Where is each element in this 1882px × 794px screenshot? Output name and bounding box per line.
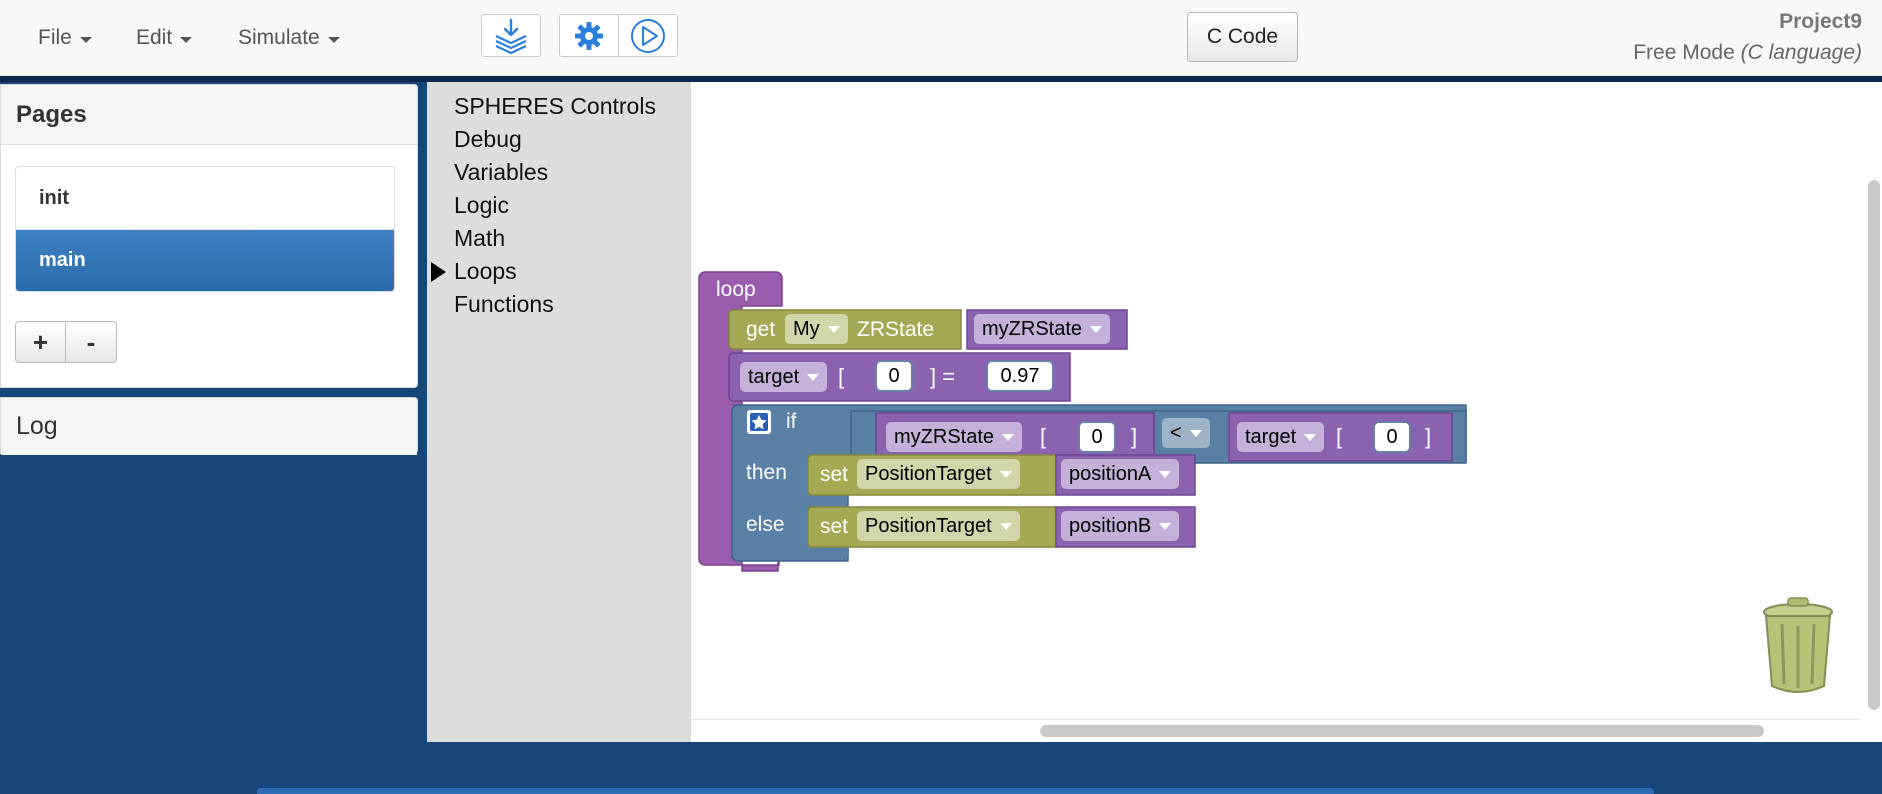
position-a-value: positionA [1069, 462, 1152, 485]
value-input[interactable]: 0.97 [986, 360, 1054, 392]
set-a-label: set [820, 463, 849, 486]
chevron-down-icon [827, 325, 840, 333]
cond-index-input[interactable]: 0 [1078, 421, 1116, 453]
cond-open-bracket: [ [1040, 424, 1047, 449]
set-b-label: set [820, 515, 849, 538]
chevron-down-icon [1159, 470, 1172, 478]
cond-close-bracket: ] [1131, 424, 1138, 449]
target-dropdown[interactable]: target [740, 362, 828, 392]
position-target-b-value: PositionTarget [865, 514, 992, 537]
position-b-value: positionB [1069, 514, 1152, 537]
bottom-panel-edge [257, 788, 1654, 794]
position-target-a-value: PositionTarget [865, 462, 992, 485]
zrstate-label: ZRState [857, 318, 935, 341]
get-label: get [746, 318, 776, 341]
cond-target-open-bracket: [ [1336, 424, 1343, 449]
chevron-down-icon [1304, 433, 1317, 441]
operator-dropdown-value: < [1170, 421, 1182, 444]
else-label: else [746, 513, 785, 536]
chevron-down-icon [807, 373, 820, 381]
cond-target-close-bracket: ] [1425, 424, 1432, 449]
horizontal-scrollbar[interactable] [1040, 725, 1764, 737]
cond-target-dropdown-value: target [1245, 425, 1297, 448]
chevron-down-icon [999, 470, 1012, 478]
cond-var-dropdown-value: myZRState [894, 425, 995, 448]
chevron-down-icon [1159, 522, 1172, 530]
close-bracket-equals: ] = [930, 364, 956, 389]
cond-var-dropdown[interactable]: myZRState [886, 422, 1023, 452]
operator-dropdown[interactable]: < [1162, 418, 1210, 448]
block-shapes [698, 271, 1833, 693]
my-dropdown[interactable]: My [785, 314, 848, 344]
trash-icon [1763, 597, 1833, 693]
position-b-dropdown[interactable]: positionB [1061, 511, 1180, 541]
myzrstate-dropdown[interactable]: myZRState [974, 314, 1111, 344]
open-bracket: [ [838, 364, 845, 389]
target-dropdown-value: target [748, 365, 800, 388]
my-dropdown-value: My [793, 317, 820, 340]
chevron-down-icon [1090, 325, 1103, 333]
target-index-input[interactable]: 0 [875, 360, 913, 392]
vertical-scrollbar[interactable] [1868, 180, 1880, 710]
myzrstate-dropdown-value: myZRState [982, 317, 1083, 340]
chevron-down-icon [1002, 433, 1015, 441]
loop-label: loop [716, 278, 756, 301]
if-label: if [786, 410, 797, 433]
position-target-a-dropdown[interactable]: PositionTarget [857, 459, 1020, 489]
then-label: then [746, 461, 787, 484]
chevron-down-icon [999, 522, 1012, 530]
position-target-b-dropdown[interactable]: PositionTarget [857, 511, 1020, 541]
chevron-down-icon [1189, 429, 1202, 437]
cond-target-dropdown[interactable]: target [1237, 422, 1325, 452]
cond-target-index-input[interactable]: 0 [1373, 421, 1411, 453]
position-a-dropdown[interactable]: positionA [1061, 459, 1180, 489]
